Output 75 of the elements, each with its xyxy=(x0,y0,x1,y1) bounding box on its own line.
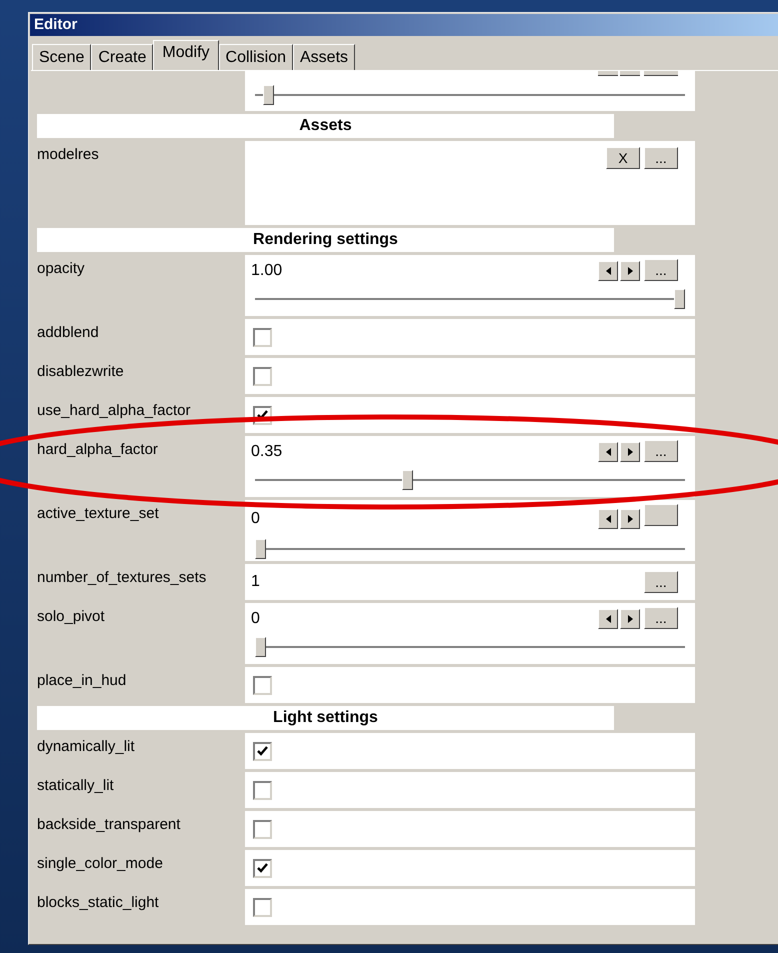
value-text: 0.35 xyxy=(251,442,282,462)
property-label: addblend xyxy=(37,324,99,341)
right-triangle-icon xyxy=(628,267,632,275)
browse-button[interactable]: ... xyxy=(644,571,678,593)
right-triangle-icon xyxy=(628,514,632,522)
property-label: opacity xyxy=(37,260,85,277)
checkbox[interactable] xyxy=(253,898,272,916)
checkmark-icon xyxy=(257,746,268,756)
checkbox[interactable] xyxy=(253,820,272,838)
button-stub[interactable] xyxy=(598,71,618,76)
property-label: disablezwrite xyxy=(37,363,124,380)
property-label: number_of_textures_sets xyxy=(37,569,206,586)
browse-button[interactable]: ... xyxy=(644,440,678,462)
checkbox[interactable] xyxy=(253,858,272,878)
right-arrow-button[interactable] xyxy=(620,261,640,281)
checkbox[interactable] xyxy=(253,742,272,760)
left-triangle-icon xyxy=(606,514,610,522)
slider-track[interactable] xyxy=(255,85,685,105)
slider-thumb[interactable] xyxy=(263,85,274,105)
slider-track[interactable] xyxy=(255,637,685,657)
right-arrow-button[interactable] xyxy=(620,508,640,528)
button-stub[interactable] xyxy=(644,71,678,76)
property-label: hard_alpha_factor xyxy=(37,441,158,458)
checkbox[interactable] xyxy=(253,366,272,386)
property-label: dynamically_lit xyxy=(37,738,135,755)
section-header: Light settings xyxy=(273,708,378,728)
left-arrow-button[interactable] xyxy=(598,609,618,629)
left-arrow-button[interactable] xyxy=(598,508,618,528)
checkbox[interactable] xyxy=(253,676,272,694)
clear-button[interactable]: X xyxy=(606,147,640,169)
left-triangle-icon xyxy=(606,267,610,275)
tab[interactable]: Scene xyxy=(32,44,92,70)
slider-track[interactable] xyxy=(255,539,685,557)
right-triangle-icon xyxy=(628,615,632,623)
property-label: place_in_hud xyxy=(37,672,126,689)
browse-button[interactable]: ... xyxy=(644,259,678,281)
value-text: 1 xyxy=(251,572,260,592)
property-label: backside_transparent xyxy=(37,816,180,833)
property-label: active_texture_set xyxy=(37,505,159,522)
slider-thumb[interactable] xyxy=(255,539,266,559)
tab[interactable]: Create xyxy=(91,44,154,70)
tab[interactable]: Modify xyxy=(153,40,219,70)
property-label: solo_pivot xyxy=(37,608,105,625)
value-text: 1.00 xyxy=(251,261,282,281)
left-triangle-icon xyxy=(606,615,610,623)
browse-button[interactable]: ... xyxy=(644,147,678,169)
right-triangle-icon xyxy=(628,448,632,456)
property-label: blocks_static_light xyxy=(37,894,159,911)
slider-thumb[interactable] xyxy=(255,637,266,657)
section-header: Rendering settings xyxy=(253,230,398,250)
tab[interactable]: Assets xyxy=(293,44,356,70)
property-label: single_color_mode xyxy=(37,855,163,872)
window-title: Editor xyxy=(34,14,78,35)
left-arrow-button[interactable] xyxy=(598,261,618,281)
checkmark-icon xyxy=(257,863,268,873)
left-triangle-icon xyxy=(606,448,610,456)
value-text: 0 xyxy=(251,609,260,629)
slider-track[interactable] xyxy=(255,470,685,490)
right-arrow-button[interactable] xyxy=(620,609,640,629)
button-stub[interactable] xyxy=(620,71,640,76)
checkbox[interactable] xyxy=(253,328,272,346)
slider-track[interactable] xyxy=(255,289,685,309)
value-text: 0 xyxy=(251,508,260,528)
slider-thumb[interactable] xyxy=(674,289,685,309)
slider-thumb[interactable] xyxy=(402,470,413,490)
tab[interactable]: Collision xyxy=(218,44,293,70)
checkbox[interactable] xyxy=(253,780,272,800)
property-label: use_hard_alpha_factor xyxy=(37,402,190,419)
left-arrow-button[interactable] xyxy=(598,442,618,462)
section-header: Assets xyxy=(299,116,352,136)
browse-button[interactable] xyxy=(644,504,678,526)
browse-button[interactable]: ... xyxy=(644,607,678,629)
right-arrow-button[interactable] xyxy=(620,442,640,462)
property-label: statically_lit xyxy=(37,777,114,794)
property-label: modelres xyxy=(37,146,99,163)
